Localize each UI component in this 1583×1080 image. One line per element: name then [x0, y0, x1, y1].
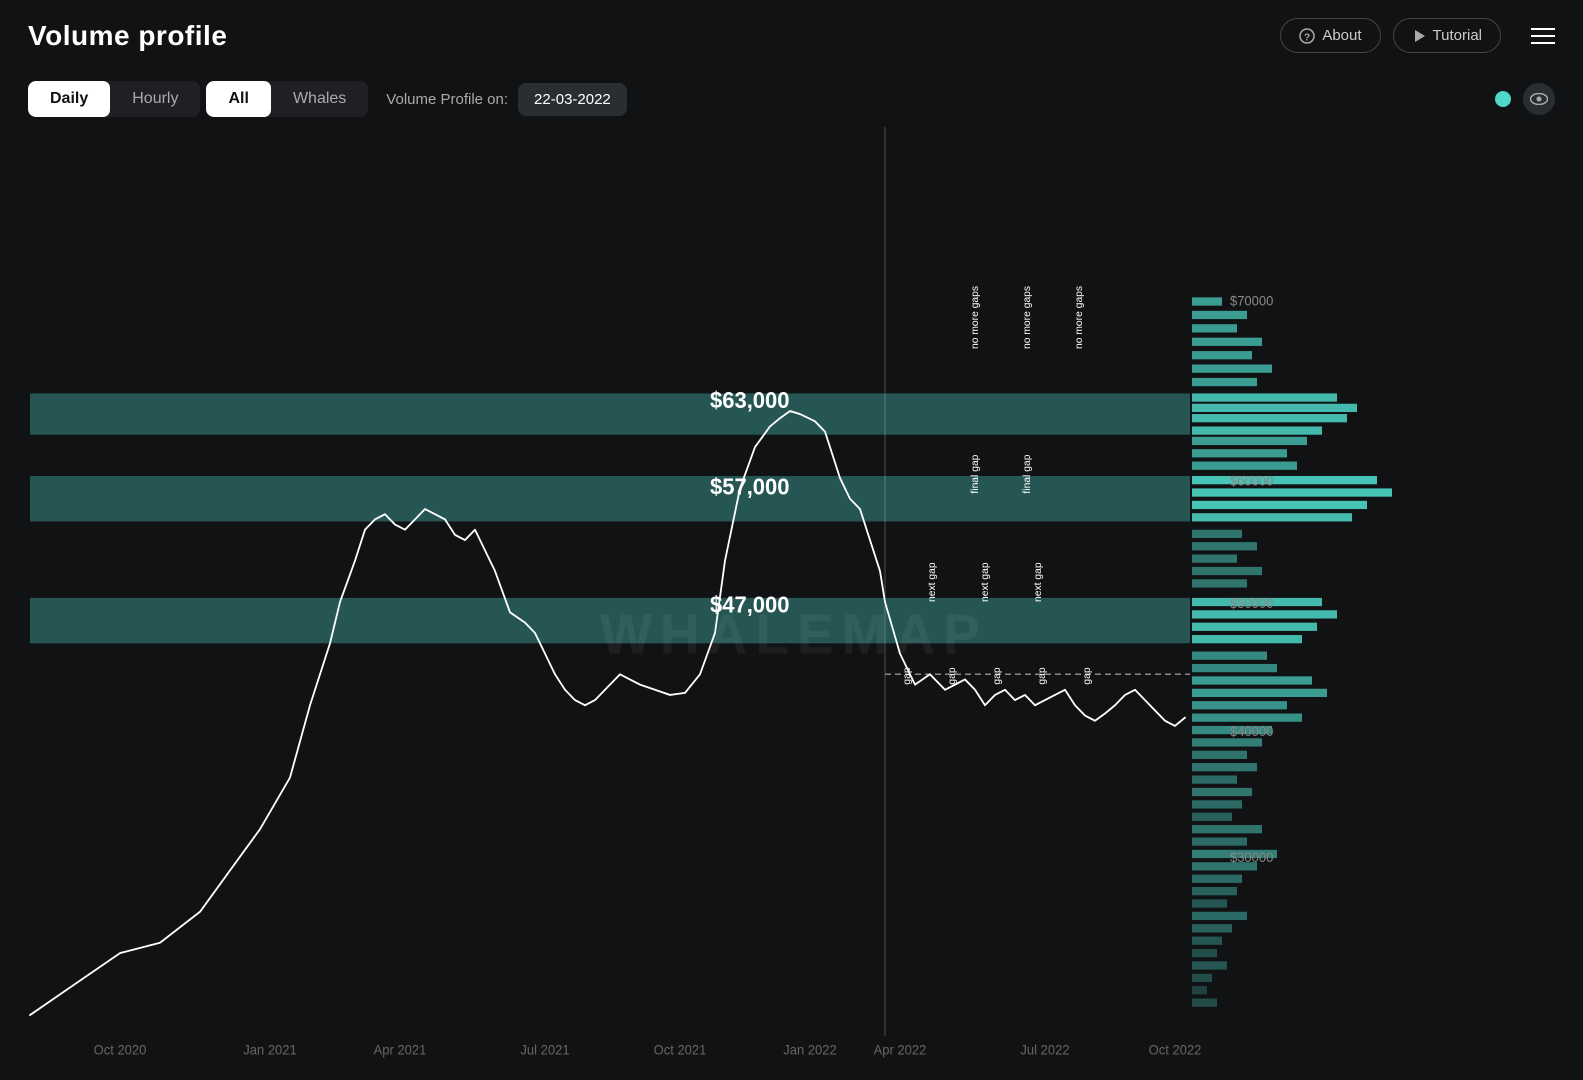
question-icon: ?: [1299, 28, 1315, 44]
svg-text:$50000: $50000: [1230, 596, 1273, 611]
svg-text:Jul 2022: Jul 2022: [1020, 1042, 1069, 1057]
svg-text:next gap: next gap: [980, 562, 991, 602]
visibility-toggle[interactable]: [1523, 83, 1555, 115]
svg-text:WHALEMAP: WHALEMAP: [600, 602, 988, 666]
svg-text:$30000: $30000: [1230, 850, 1273, 865]
svg-text:$57,000: $57,000: [710, 474, 790, 499]
svg-text:next gap: next gap: [927, 562, 938, 602]
svg-text:$40000: $40000: [1230, 724, 1273, 739]
tab-hourly[interactable]: Hourly: [110, 81, 200, 117]
chart-area: $70000 $60000 $50000 $40000 $30000 Oct 2…: [0, 127, 1583, 1077]
about-button[interactable]: ? About: [1280, 18, 1380, 53]
svg-text:no more gaps: no more gaps: [970, 286, 981, 349]
svg-text:$63,000: $63,000: [710, 388, 790, 413]
svg-text:final gap: final gap: [970, 454, 981, 493]
svg-text:gap: gap: [1037, 667, 1048, 685]
svg-text:Jul 2021: Jul 2021: [520, 1042, 569, 1057]
teal-indicator: [1495, 91, 1511, 107]
svg-text:Oct 2020: Oct 2020: [94, 1042, 147, 1057]
svg-text:next gap: next gap: [1033, 562, 1044, 602]
tutorial-label: Tutorial: [1433, 27, 1482, 44]
date-badge[interactable]: 22-03-2022: [518, 83, 627, 116]
tab-whales[interactable]: Whales: [271, 81, 368, 117]
play-icon: [1412, 29, 1426, 43]
filter-tab-group: All Whales: [206, 81, 368, 117]
svg-text:$70000: $70000: [1230, 293, 1273, 308]
svg-text:no more gaps: no more gaps: [1022, 286, 1033, 349]
about-label: About: [1322, 27, 1361, 44]
tutorial-button[interactable]: Tutorial: [1393, 18, 1501, 53]
svg-text:Oct 2021: Oct 2021: [654, 1042, 707, 1057]
svg-text:Jan 2022: Jan 2022: [783, 1042, 836, 1057]
page-title: Volume profile: [28, 20, 227, 52]
svg-text:gap: gap: [992, 667, 1003, 685]
tab-daily[interactable]: Daily: [28, 81, 110, 117]
svg-text:no more gaps: no more gaps: [1074, 286, 1085, 349]
svg-text:gap: gap: [902, 667, 913, 685]
menu-button[interactable]: [1531, 28, 1555, 44]
svg-text:Apr 2022: Apr 2022: [874, 1042, 927, 1057]
svg-text:?: ?: [1304, 32, 1310, 43]
svg-text:Jan 2021: Jan 2021: [243, 1042, 296, 1057]
svg-text:Apr 2021: Apr 2021: [374, 1042, 427, 1057]
svg-text:gap: gap: [1082, 667, 1093, 685]
tab-all[interactable]: All: [206, 81, 270, 117]
svg-text:Oct 2022: Oct 2022: [1149, 1042, 1202, 1057]
svg-text:final gap: final gap: [1022, 454, 1033, 493]
vol-profile-label: Volume Profile on:: [386, 91, 508, 108]
svg-text:$60000: $60000: [1230, 473, 1273, 488]
svg-text:gap: gap: [947, 667, 958, 685]
time-tab-group: Daily Hourly: [28, 81, 200, 117]
